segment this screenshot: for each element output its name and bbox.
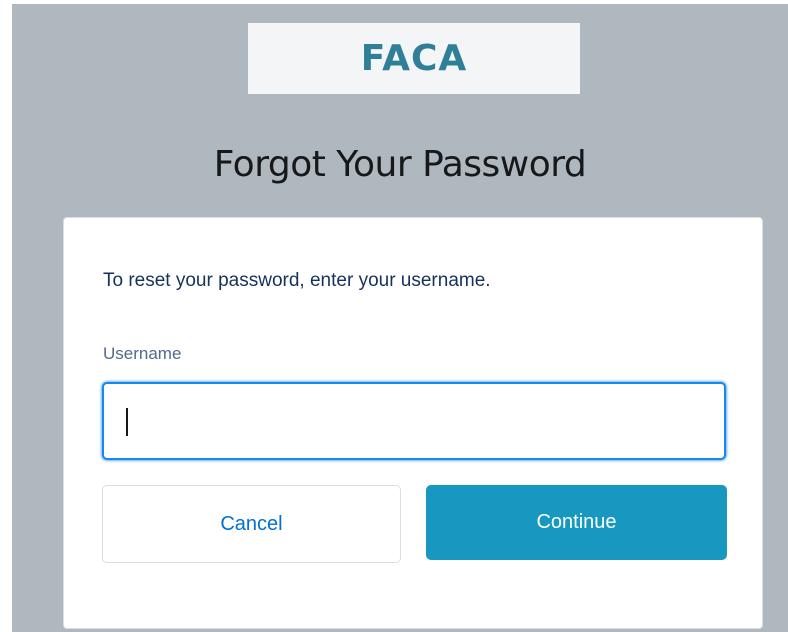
username-input[interactable] <box>102 382 726 460</box>
cancel-button[interactable]: Cancel <box>102 485 401 563</box>
text-caret <box>126 408 128 436</box>
page-background: FACA Forgot Your Password To reset your … <box>12 4 788 632</box>
username-label: Username <box>103 344 182 363</box>
instructions-text: To reset your password, enter your usern… <box>103 270 491 291</box>
page-title: Forgot Your Password <box>213 144 587 185</box>
continue-button[interactable]: Continue <box>426 485 727 560</box>
logo-text: FACA <box>360 38 468 79</box>
forgot-password-card: To reset your password, enter your usern… <box>63 217 763 629</box>
logo: FACA <box>248 23 580 94</box>
